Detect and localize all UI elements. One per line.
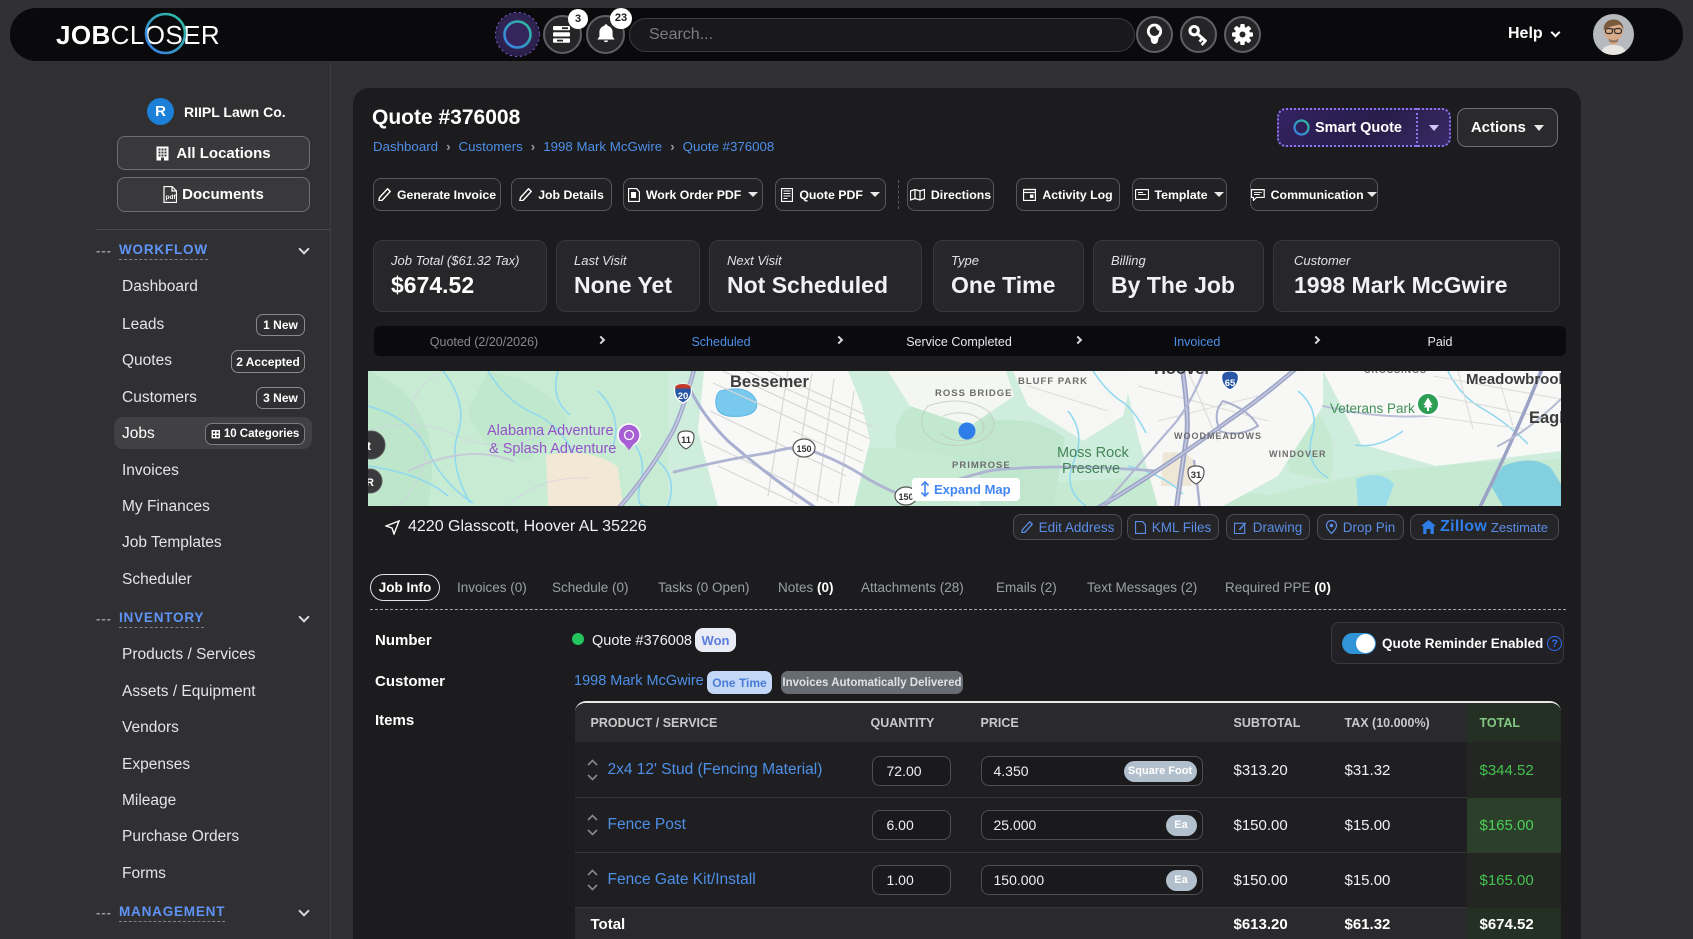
svg-text:WOODMEADOWS: WOODMEADOWS xyxy=(1174,431,1262,441)
svg-text:Eagle: Eagle xyxy=(1529,409,1561,427)
svg-text:11: 11 xyxy=(681,435,692,446)
svg-text:Moss Rock: Moss Rock xyxy=(1057,445,1129,461)
svg-text:CROSSINGS: CROSSINGS xyxy=(1364,371,1427,375)
svg-text:150: 150 xyxy=(898,492,913,502)
svg-text:Alabama Adventure: Alabama Adventure xyxy=(487,423,614,439)
svg-text:t: t xyxy=(368,439,371,453)
svg-text:Bessemer: Bessemer xyxy=(730,373,809,391)
svg-text:ROSS BRIDGE: ROSS BRIDGE xyxy=(935,388,1013,399)
svg-text:65: 65 xyxy=(1225,378,1236,389)
svg-text:WINDOVER: WINDOVER xyxy=(1269,449,1327,459)
svg-text:Meadowbrook: Meadowbrook xyxy=(1466,371,1561,388)
svg-text:Veterans Park: Veterans Park xyxy=(1330,401,1415,416)
svg-text:& Splash Adventure: & Splash Adventure xyxy=(489,441,616,457)
svg-text:31: 31 xyxy=(1191,470,1202,481)
svg-text:Expand Map: Expand Map xyxy=(934,482,1011,497)
svg-text:150: 150 xyxy=(796,444,811,454)
svg-text:BLUFF PARK: BLUFF PARK xyxy=(1018,376,1088,387)
svg-text:Hoover: Hoover xyxy=(1154,371,1211,378)
svg-text:pdf: pdf xyxy=(166,194,177,201)
svg-text:PRIMROSE: PRIMROSE xyxy=(952,460,1011,471)
svg-text:20: 20 xyxy=(678,391,689,402)
svg-text:Preserve: Preserve xyxy=(1062,461,1120,477)
svg-text:R: R xyxy=(368,477,374,489)
